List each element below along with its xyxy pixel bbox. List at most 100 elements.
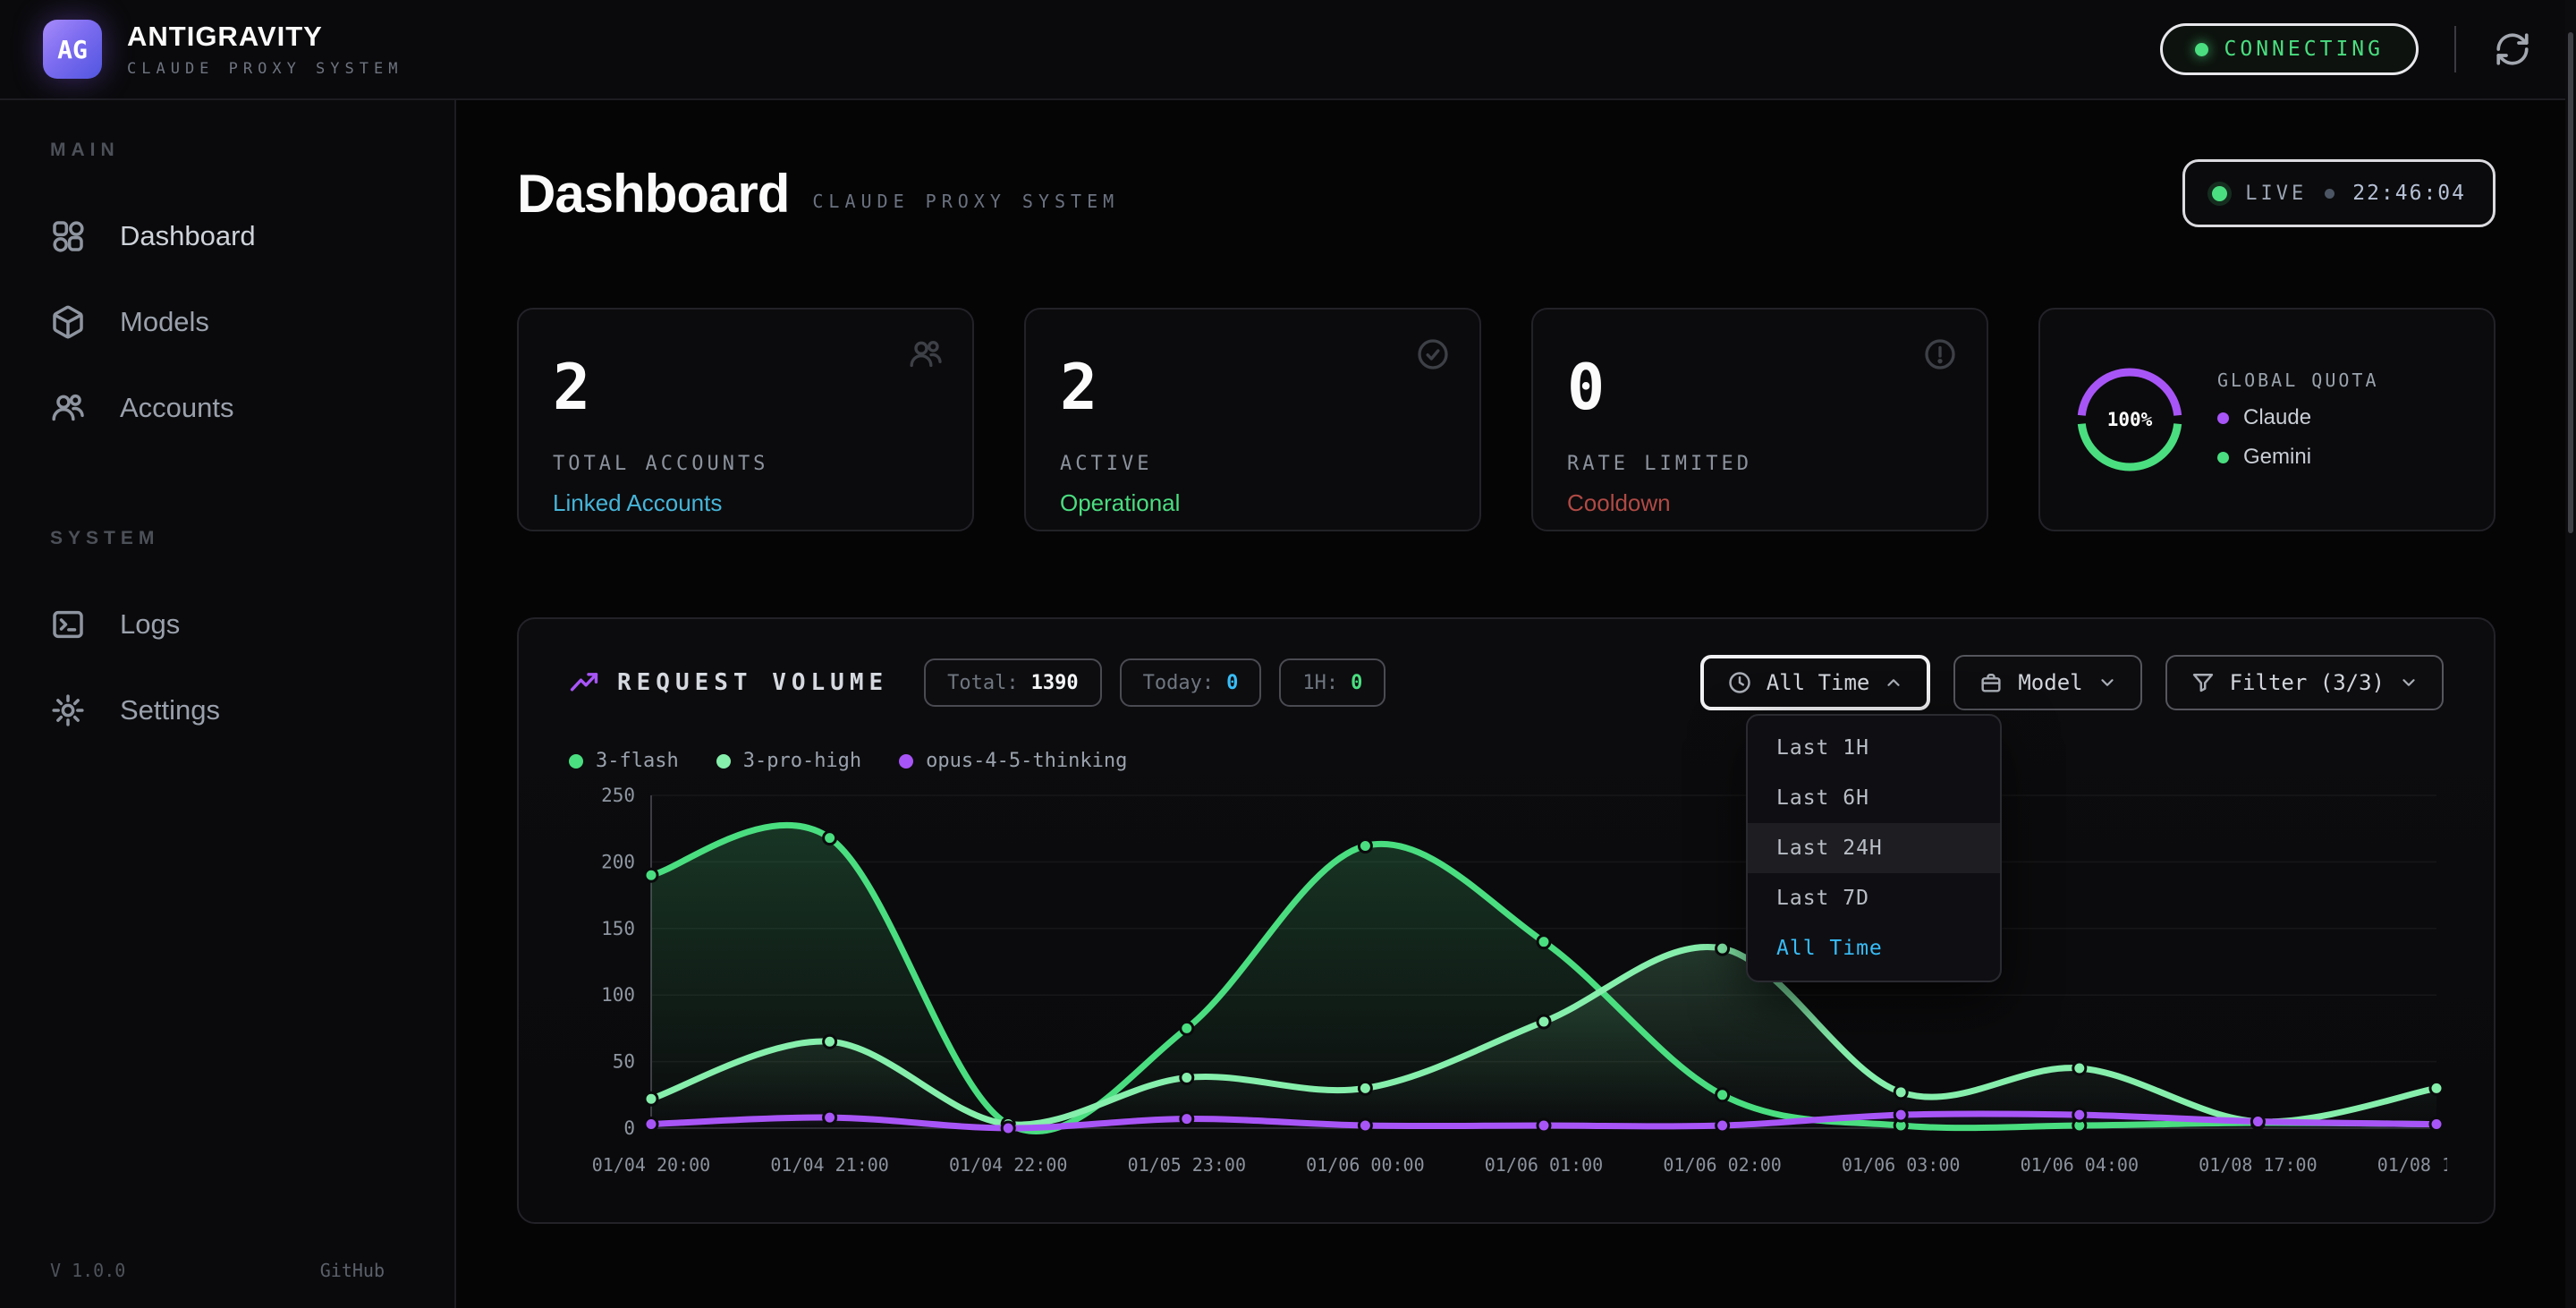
request-volume-panel: REQUEST VOLUME Total: 1390 Today: 0 1H: … [517,617,2496,1224]
card-value: 0 [1567,356,1953,419]
data-point [2073,1108,2086,1121]
model-filter-label: Model [2018,670,2082,695]
stat-value: 1390 [1031,672,1079,694]
chevron-up-icon [1884,673,1903,692]
data-point [1359,840,1371,853]
terminal-icon [50,607,86,642]
x-axis-tick: 01/06 04:00 [2021,1154,2139,1176]
data-point [645,869,657,881]
y-axis-tick: 50 [613,1051,635,1073]
quota-title: GLOBAL QUOTA [2217,369,2379,391]
legend-item-3-flash: 3-flash [569,750,679,772]
data-point [645,1092,657,1105]
app-title: ANTIGRAVITY [127,21,402,53]
chevron-down-icon [2399,673,2419,692]
card-subtext: Operational [1060,489,1445,517]
quota-legend-claude: Claude [2217,405,2379,430]
data-point [645,1118,657,1131]
data-point [2430,1118,2443,1131]
data-point [824,1111,836,1124]
app-subtitle: CLAUDE PROXY SYSTEM [127,60,402,78]
today-requests-badge: Today: 0 [1120,658,1262,707]
data-point [1538,1015,1550,1028]
data-point [2430,1082,2443,1094]
app-titles: ANTIGRAVITY CLAUDE PROXY SYSTEM [127,21,402,78]
sidebar-item-models[interactable]: Models [0,279,454,365]
x-axis-tick: 01/08 18:00 [2377,1154,2447,1176]
sidebar-section-main: MAIN [50,140,454,161]
data-point [1538,936,1550,948]
dot-separator-icon [2325,189,2334,199]
x-axis-tick: 01/04 22:00 [949,1154,1067,1176]
time-range-label: All Time [1767,670,1870,695]
y-axis-tick: 200 [601,851,635,872]
page-title: Dashboard [517,163,789,225]
sidebar-item-logs[interactable]: Logs [0,582,454,667]
cube-icon [50,304,86,340]
line-chart-svg: 05010015020025001/04 20:0001/04 21:0001/… [569,781,2447,1185]
x-axis-tick: 01/06 01:00 [1485,1154,1603,1176]
scrollbar-track[interactable] [2565,0,2576,1308]
refresh-button[interactable] [2492,29,2533,70]
check-circle-icon [1415,336,1451,372]
data-point [1181,1071,1193,1083]
x-axis-tick: 01/04 20:00 [592,1154,710,1176]
quota-donut-chart: 100% [2074,364,2185,475]
x-axis-tick: 01/08 17:00 [2199,1154,2317,1176]
data-point [1181,1113,1193,1125]
card-label: RATE LIMITED [1567,453,1953,475]
grid-icon [50,218,86,254]
stat-value: 0 [1226,672,1238,694]
app-logo: AG [43,20,102,79]
card-rate-limited: 0 RATE LIMITED Cooldown [1531,308,1988,531]
card-label: ACTIVE [1060,453,1445,475]
main-content: Dashboard CLAUDE PROXY SYSTEM LIVE 22:46… [456,100,2576,1308]
card-total-accounts: 2 TOTAL ACCOUNTS Linked Accounts [517,308,974,531]
sidebar-item-accounts[interactable]: Accounts [0,365,454,451]
data-point [1894,1086,1907,1099]
github-link[interactable]: GitHub [320,1260,385,1281]
data-point [1002,1122,1014,1134]
series-name: 3-flash [596,750,679,772]
request-volume-chart: 05010015020025001/04 20:0001/04 21:0001/… [569,781,2444,1190]
menu-item-last-7d[interactable]: Last 7D [1748,873,2000,923]
time-range-dropdown-button[interactable]: All Time [1700,655,1931,710]
trending-up-icon [569,667,599,698]
stat-label: Today: [1143,672,1214,694]
clock-icon [1727,670,1752,695]
sidebar-item-settings[interactable]: Settings [0,667,454,753]
users-icon [908,336,944,372]
gear-icon [50,692,86,728]
sidebar-item-label: Dashboard [120,220,256,252]
x-axis-tick: 01/06 00:00 [1306,1154,1424,1176]
sidebar-item-label: Accounts [120,392,234,424]
connection-status-label: CONNECTING [2224,38,2384,61]
series-dot-icon [716,754,731,769]
scrollbar-thumb[interactable] [2568,32,2573,533]
menu-item-all-time[interactable]: All Time [1748,923,2000,973]
data-point [1894,1108,1907,1121]
clock-value: 22:46:04 [2352,182,2466,205]
model-dropdown-button[interactable]: Model [1953,655,2141,710]
chevron-down-icon [2097,673,2117,692]
sidebar-section-system: SYSTEM [50,528,454,549]
menu-item-last-24h[interactable]: Last 24H [1748,823,2000,873]
series-name: 3-pro-high [743,750,861,772]
y-axis-tick: 100 [601,984,635,1006]
claude-dot-icon [2217,412,2229,424]
connection-status-badge: CONNECTING [2160,23,2419,75]
card-global-quota: 100% GLOBAL QUOTA Claude Gemini [2038,308,2496,531]
time-range-dropdown-menu: Last 1H Last 6H Last 24H Last 7D All Tim… [1746,714,2002,982]
stat-value: 0 [1351,672,1362,694]
stat-cards-row: 2 TOTAL ACCOUNTS Linked Accounts 2 ACTIV… [517,308,2496,531]
live-label: LIVE [2245,183,2307,205]
menu-item-last-6h[interactable]: Last 6H [1748,773,2000,823]
data-point [1181,1022,1193,1034]
data-point [2251,1116,2264,1128]
filter-dropdown-button[interactable]: Filter (3/3) [2165,655,2444,710]
sidebar: MAIN Dashboard Models Accounts SYSTEM [0,100,456,1308]
live-dot-icon [2212,186,2227,201]
data-point [824,1035,836,1048]
menu-item-last-1h[interactable]: Last 1H [1748,723,2000,773]
sidebar-item-dashboard[interactable]: Dashboard [0,193,454,279]
